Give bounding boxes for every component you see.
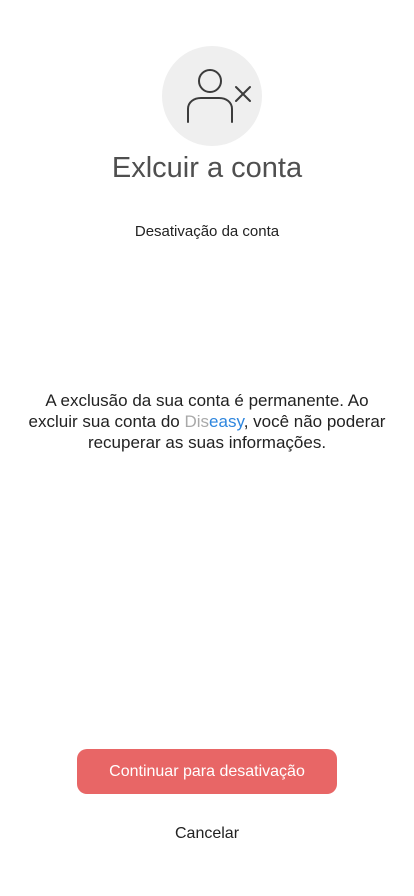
cancel-button[interactable]: Cancelar [157,822,257,846]
page-subtitle: Desativação da conta [134,223,280,240]
brand-name-dis: Dis [184,412,210,431]
continue-deactivation-button[interactable]: Continuar para desativação [77,749,337,794]
warning-message: A exclusão da sua conta é permanente. Ao… [24,390,390,453]
user-remove-icon [187,69,251,123]
page-title: Exlcuir a conta [111,152,303,184]
account-avatar [162,46,262,146]
brand-name-easy: easy [209,412,244,431]
